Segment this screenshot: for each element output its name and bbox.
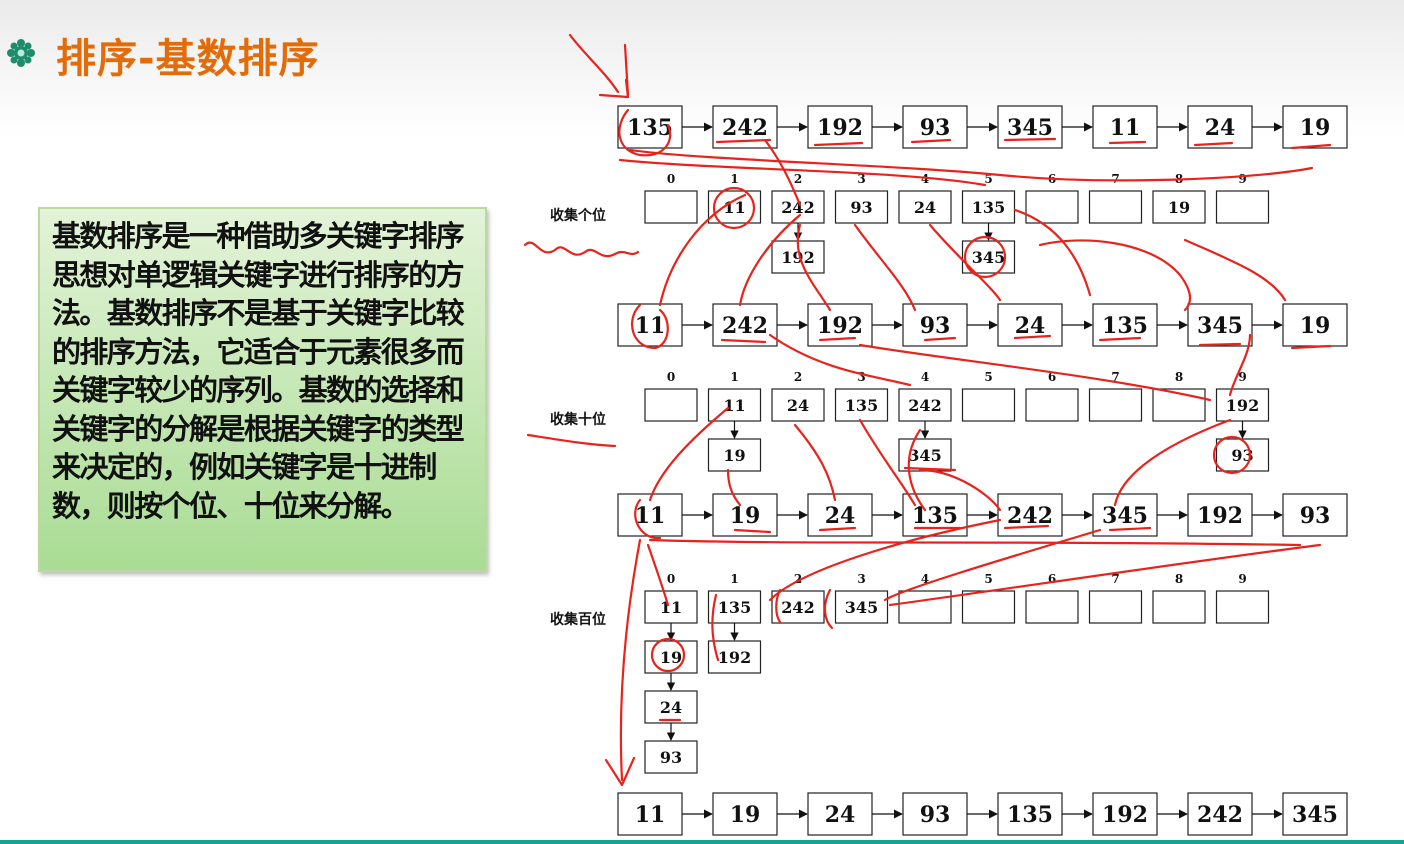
node-value: 93 <box>1300 503 1331 529</box>
bucket-slot <box>1088 590 1143 624</box>
node-value: 135 <box>912 503 958 529</box>
bucket-slot <box>644 190 698 224</box>
radix-sort-diagram: 135 242 192 93 345 11 24 1911 242 192 93 24 135 345 19… <box>523 33 1348 836</box>
node-value: 11 <box>635 802 666 828</box>
bucket-index: 2 <box>794 172 802 186</box>
bucket-value: 24 <box>660 698 682 717</box>
node-value: 242 <box>722 313 768 339</box>
node-value: 135 <box>1102 313 1148 339</box>
bucket-slot <box>961 388 1016 422</box>
bucket-value: 242 <box>781 598 814 617</box>
node-value: 242 <box>1197 802 1243 828</box>
bucket-index: 0 <box>667 370 675 384</box>
node-value: 24 <box>825 802 856 828</box>
bucket-value: 24 <box>914 198 936 217</box>
bucket-slot <box>1025 388 1079 422</box>
node-value: 345 <box>1102 503 1148 529</box>
node-value: 192 <box>1197 503 1243 529</box>
node-value: 19 <box>730 802 761 828</box>
bucket-value: 135 <box>972 198 1005 217</box>
node-value: 345 <box>1197 313 1243 339</box>
node-value: 19 <box>1300 115 1331 141</box>
bucket-index: 6 <box>1048 572 1056 586</box>
node-value: 242 <box>722 115 768 141</box>
bucket-index: 3 <box>857 572 865 586</box>
node-value: 93 <box>920 802 951 828</box>
bottom-accent-bar <box>0 840 1404 844</box>
bucket-index: 1 <box>730 172 738 186</box>
node-value: 345 <box>1292 802 1338 828</box>
bucket-value: 11 <box>723 396 745 415</box>
bucket-slot <box>644 388 698 422</box>
bucket-value: 24 <box>787 396 809 415</box>
bucket-slot <box>1215 190 1270 224</box>
bucket-index: 8 <box>1175 572 1183 586</box>
bucket-index: 7 <box>1111 172 1119 186</box>
node-value: 192 <box>817 115 863 141</box>
bucket-slot <box>1088 190 1143 224</box>
bucket-value: 135 <box>845 396 878 415</box>
node-value: 19 <box>730 503 761 529</box>
bucket-value: 11 <box>660 598 682 617</box>
bucket-value: 19 <box>660 648 682 667</box>
bucket-slot <box>1025 590 1079 624</box>
node-value: 135 <box>627 115 673 141</box>
bucket-index: 1 <box>730 370 738 384</box>
node-value: 345 <box>1007 115 1053 141</box>
bucket-slot <box>1215 590 1270 624</box>
stage-label: 收集个位 <box>550 207 606 224</box>
bucket-value: 192 <box>1226 396 1259 415</box>
bucket-value: 93 <box>660 748 682 767</box>
bucket-value: 345 <box>972 248 1005 267</box>
stage-label: 收集十位 <box>550 411 606 428</box>
bucket-value: 93 <box>850 198 872 217</box>
bucket-slot <box>961 590 1016 624</box>
node-value: 19 <box>1300 313 1331 339</box>
bucket-value: 135 <box>718 598 751 617</box>
node-value: 192 <box>1102 802 1148 828</box>
node-value: 11 <box>635 503 666 529</box>
bucket-index: 5 <box>984 370 992 384</box>
bucket-value: 19 <box>723 446 745 465</box>
bucket-slot <box>898 590 952 624</box>
bucket-index: 0 <box>667 172 675 186</box>
bucket-index: 8 <box>1175 370 1183 384</box>
bucket-index: 2 <box>794 370 802 384</box>
bucket-value: 192 <box>718 648 751 667</box>
node-value: 24 <box>1015 313 1046 339</box>
bucket-index: 1 <box>730 572 738 586</box>
bucket-slot <box>1088 388 1143 422</box>
node-value: 11 <box>1110 115 1141 141</box>
node-value: 93 <box>920 313 951 339</box>
node-value: 11 <box>635 313 666 339</box>
sequence-row-4: 11 19 24 93 135 192 242 345 <box>617 792 1348 836</box>
bucket-value: 345 <box>845 598 878 617</box>
stage-label: 收集百位 <box>550 611 606 628</box>
bucket-value: 19 <box>1168 198 1190 217</box>
node-value: 24 <box>825 503 856 529</box>
bucket-index: 9 <box>1238 572 1246 586</box>
node-value: 192 <box>817 313 863 339</box>
node-value: 135 <box>1007 802 1053 828</box>
bucket-value: 345 <box>908 446 941 465</box>
sequence-row-3: 11 19 24 135 242 345 192 93 <box>617 493 1348 537</box>
bucket-index: 5 <box>984 572 992 586</box>
node-value: 93 <box>920 115 951 141</box>
bucket-index: 9 <box>1238 172 1246 186</box>
bucket-slot <box>1152 590 1206 624</box>
bucket-index: 0 <box>667 572 675 586</box>
slide: 排序-基数排序 基数排序是一种借助多关键字排序思想对单逻辑关键字进行排序的方法。… <box>0 0 1404 844</box>
bucket-index: 4 <box>921 370 929 384</box>
bucket-value: 242 <box>908 396 941 415</box>
node-value: 24 <box>1205 115 1236 141</box>
